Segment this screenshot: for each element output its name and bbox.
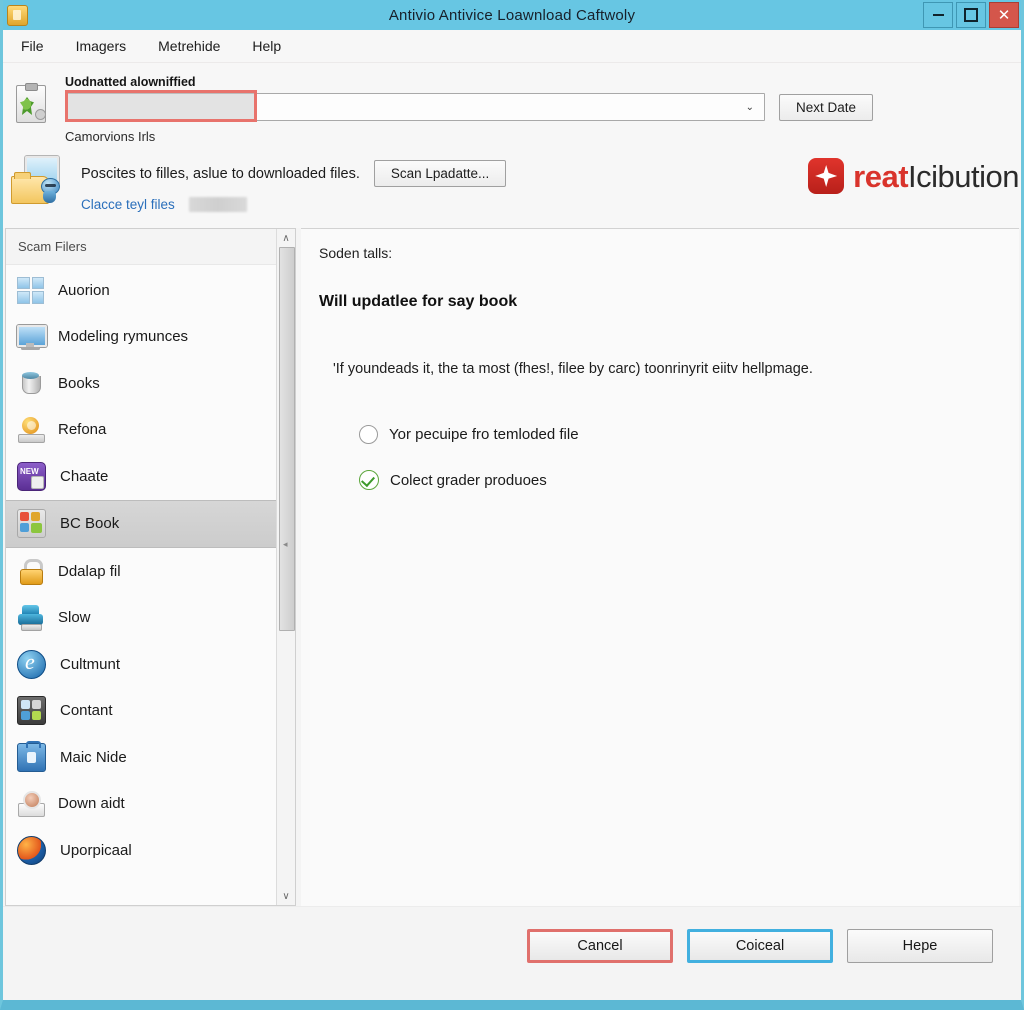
red-star-logo-icon (808, 158, 845, 194)
content-caption: Soden talls: (319, 245, 393, 261)
sidebar-list: Auorion Modeling rymunces Books Refona C (6, 265, 295, 874)
sidebar-item-label: Ddalap fil (58, 562, 121, 580)
sidebar-item-label: Maic Nide (60, 748, 127, 766)
menu-item-metrehide[interactable]: Metrehide (142, 34, 236, 58)
sidebar-item-slow[interactable]: Slow (6, 595, 295, 642)
sidebar-item-cultmunt[interactable]: Cultmunt (6, 641, 295, 688)
sidebar-item-down-aidt[interactable]: Down aidt (6, 781, 295, 828)
chevron-down-icon: ⌄ (745, 101, 754, 113)
next-date-button[interactable]: Next Date (779, 93, 874, 121)
download-gear-icon (17, 790, 45, 818)
content-paragraph: 'If youndeads it, the ta most (fhes!, fi… (333, 361, 813, 377)
option-row-check[interactable]: Colect grader produoes (359, 470, 995, 490)
scan-update-button[interactable]: Scan Lpadatte... (373, 160, 507, 187)
title-bar: Antivio Antivice Loawnload Caftwoly ✕ (3, 0, 1021, 30)
sidebar-scrollbar[interactable]: ∧ ◂ ∨ (276, 229, 295, 905)
contact-grid-icon (17, 696, 46, 726)
option-row-radio[interactable]: Yor pecuipe fro temloded file (359, 425, 995, 444)
app-icon (7, 5, 28, 26)
scrollbar-grip-icon: ◂ (283, 539, 288, 549)
clipboard-plant-icon (11, 83, 51, 125)
sidebar-item-chaate[interactable]: Chaate (6, 453, 295, 500)
application-window: Antivio Antivice Loawnload Caftwoly ✕ Fi… (0, 0, 1024, 1010)
sidebar-item-auorion[interactable]: Auorion (6, 267, 295, 314)
minimize-icon (932, 14, 944, 16)
sidebar-item-label: Cultmunt (60, 655, 121, 673)
radio-unchecked-icon[interactable] (359, 425, 378, 444)
options-group: Yor pecuipe fro temloded file Colect gra… (359, 425, 995, 490)
sidebar-item-label: Chaate (60, 467, 109, 485)
maximize-button[interactable] (956, 2, 986, 28)
sidebar-item-label: Books (58, 374, 100, 392)
clear-temp-files-link[interactable]: Clacce teyl files (81, 197, 175, 212)
minimize-button[interactable] (923, 2, 953, 28)
menu-item-help[interactable]: Help (236, 34, 297, 58)
sidebar-item-label: Modeling rymunces (58, 328, 189, 346)
combobox-highlight-box (65, 90, 257, 122)
drum-icon (17, 370, 44, 397)
body-split: Scam Filers Auorion Modeling rymunces Bo… (3, 228, 1021, 906)
close-button[interactable]: ✕ (989, 2, 1019, 28)
check-circle-checked-icon[interactable] (359, 470, 379, 490)
firefox-globe-icon (17, 835, 46, 865)
sidebar-item-uporpicaal[interactable]: Uporpicaal (6, 827, 295, 874)
maximize-icon (964, 8, 978, 22)
sidebar: Scam Filers Auorion Modeling rymunces Bo… (5, 228, 296, 906)
sidebar-item-modeling-rymunces[interactable]: Modeling rymunces (6, 314, 295, 361)
sidebar-item-label: BC Book (60, 515, 120, 533)
folder-assistant-icon (11, 156, 73, 206)
sidebar-item-bc-book[interactable]: BC Book (6, 499, 295, 548)
source-combobox[interactable]: ⌄ (65, 90, 765, 122)
content-pane: Soden talls: Will updatlee for say book … (301, 228, 1019, 906)
sidebar-item-label: Refona (58, 421, 107, 439)
printer-icon (17, 604, 44, 632)
sidebar-item-refona[interactable]: Refona (6, 407, 295, 454)
footer-bar: Cancel Coiceal Hepe (3, 906, 1021, 985)
new-badge-icon (17, 461, 46, 491)
brand-word-1: reat (853, 158, 909, 194)
help-button[interactable]: Hepe (847, 929, 993, 963)
menu-item-imagers[interactable]: Imagers (60, 34, 143, 58)
sidebar-item-contant[interactable]: Contant (6, 688, 295, 735)
sidebar-item-label: Uporpicaal (60, 841, 132, 859)
scroll-up-arrow-icon[interactable]: ∧ (277, 229, 295, 247)
sidebar-header: Scam Filers (6, 229, 295, 265)
scroll-down-arrow-icon[interactable]: ∨ (277, 887, 295, 905)
menu-item-file[interactable]: File (5, 34, 60, 58)
sidebar-item-maic-nide[interactable]: Maic Nide (6, 734, 295, 781)
sidebar-item-label: Slow (58, 609, 91, 627)
globe-stand-icon (17, 416, 45, 444)
sidebar-item-books[interactable]: Books (6, 360, 295, 407)
update-source-row: Uodnatted alowniffied ⌄ Next Date Camorv… (3, 69, 1021, 144)
window-title: Antivio Antivice Loawnload Caftwoly (388, 6, 636, 24)
redacted-value (188, 197, 247, 212)
apps-grid-icon (17, 509, 46, 539)
field-label: Uodnatted alowniffied (65, 75, 196, 89)
sidebar-item-label: Down aidt (58, 795, 125, 813)
sidebar-item-label: Contant (60, 702, 113, 720)
cancel-button[interactable]: Cancel (527, 929, 673, 963)
option-label: Colect grader produoes (390, 471, 547, 489)
briefcase-icon (17, 740, 46, 772)
scrollbar-thumb[interactable]: ◂ (279, 247, 295, 631)
internet-explorer-icon (17, 649, 46, 679)
lock-icon (17, 558, 44, 585)
menu-bar: File Imagers Metrehide Help (3, 30, 1021, 63)
brand-word-2: Icibution (908, 158, 1019, 194)
scan-row: Poscites to filles, aslue to downloaded … (3, 144, 1021, 228)
top-form-zone: Uodnatted alowniffied ⌄ Next Date Camorv… (3, 63, 1021, 228)
monitor-icon (17, 323, 47, 351)
brand-logo: reatIcibution (808, 158, 1019, 194)
scan-description: Poscites to filles, aslue to downloaded … (81, 165, 360, 182)
sidebar-item-label: Auorion (58, 281, 110, 299)
combobox-helper-text: Camorvions Irls (65, 129, 156, 144)
content-heading: Will updatlee for say book (319, 293, 518, 310)
windows-logo-icon (17, 276, 44, 304)
sidebar-item-ddalap-fil[interactable]: Ddalap fil (6, 548, 295, 595)
window-controls: ✕ (923, 2, 1019, 28)
option-label: Yor pecuipe fro temloded file (389, 426, 579, 443)
coiceal-button[interactable]: Coiceal (687, 929, 833, 963)
